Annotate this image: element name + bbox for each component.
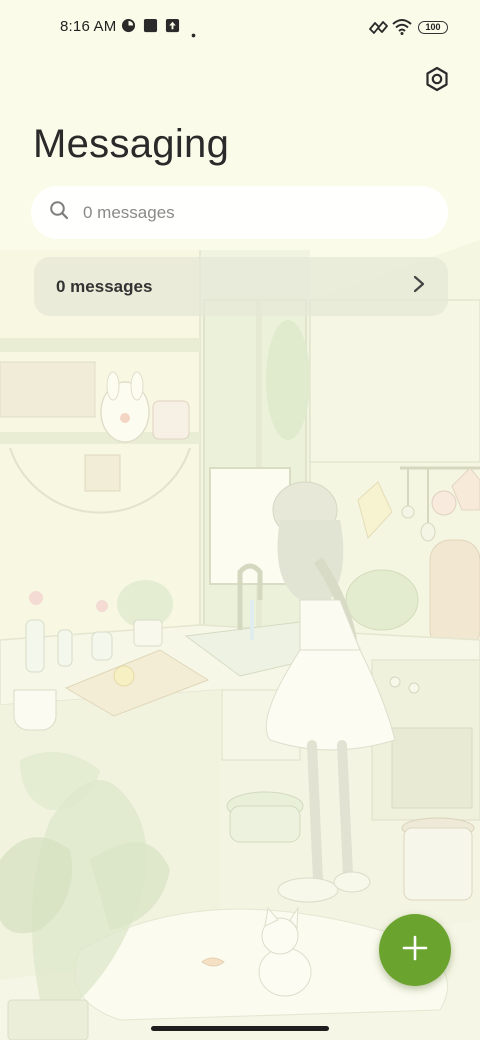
settings-button[interactable]	[418, 62, 456, 100]
dot-icon	[191, 25, 196, 43]
search-bar[interactable]	[31, 186, 448, 239]
gesture-nav-handle[interactable]	[151, 1026, 329, 1031]
plus-icon	[402, 935, 428, 966]
battery-icon: 100	[418, 21, 448, 34]
status-bar: 8:16 AM 100	[0, 0, 480, 56]
upload-icon	[165, 18, 180, 38]
page-title: Messaging	[33, 122, 230, 166]
messages-row[interactable]: 0 messages	[34, 257, 448, 316]
data-saver-icon	[121, 18, 136, 38]
new-message-fab[interactable]	[379, 914, 451, 986]
search-input[interactable]	[81, 201, 405, 224]
settings-gear-icon	[424, 66, 450, 97]
vibrate-icon	[367, 19, 389, 40]
status-time: 8:16 AM	[60, 18, 117, 35]
search-icon	[49, 200, 69, 225]
wifi-icon	[392, 18, 412, 40]
chevron-right-icon	[412, 275, 426, 298]
messages-row-label: 0 messages	[56, 276, 153, 296]
app-notification-icon	[143, 18, 158, 38]
